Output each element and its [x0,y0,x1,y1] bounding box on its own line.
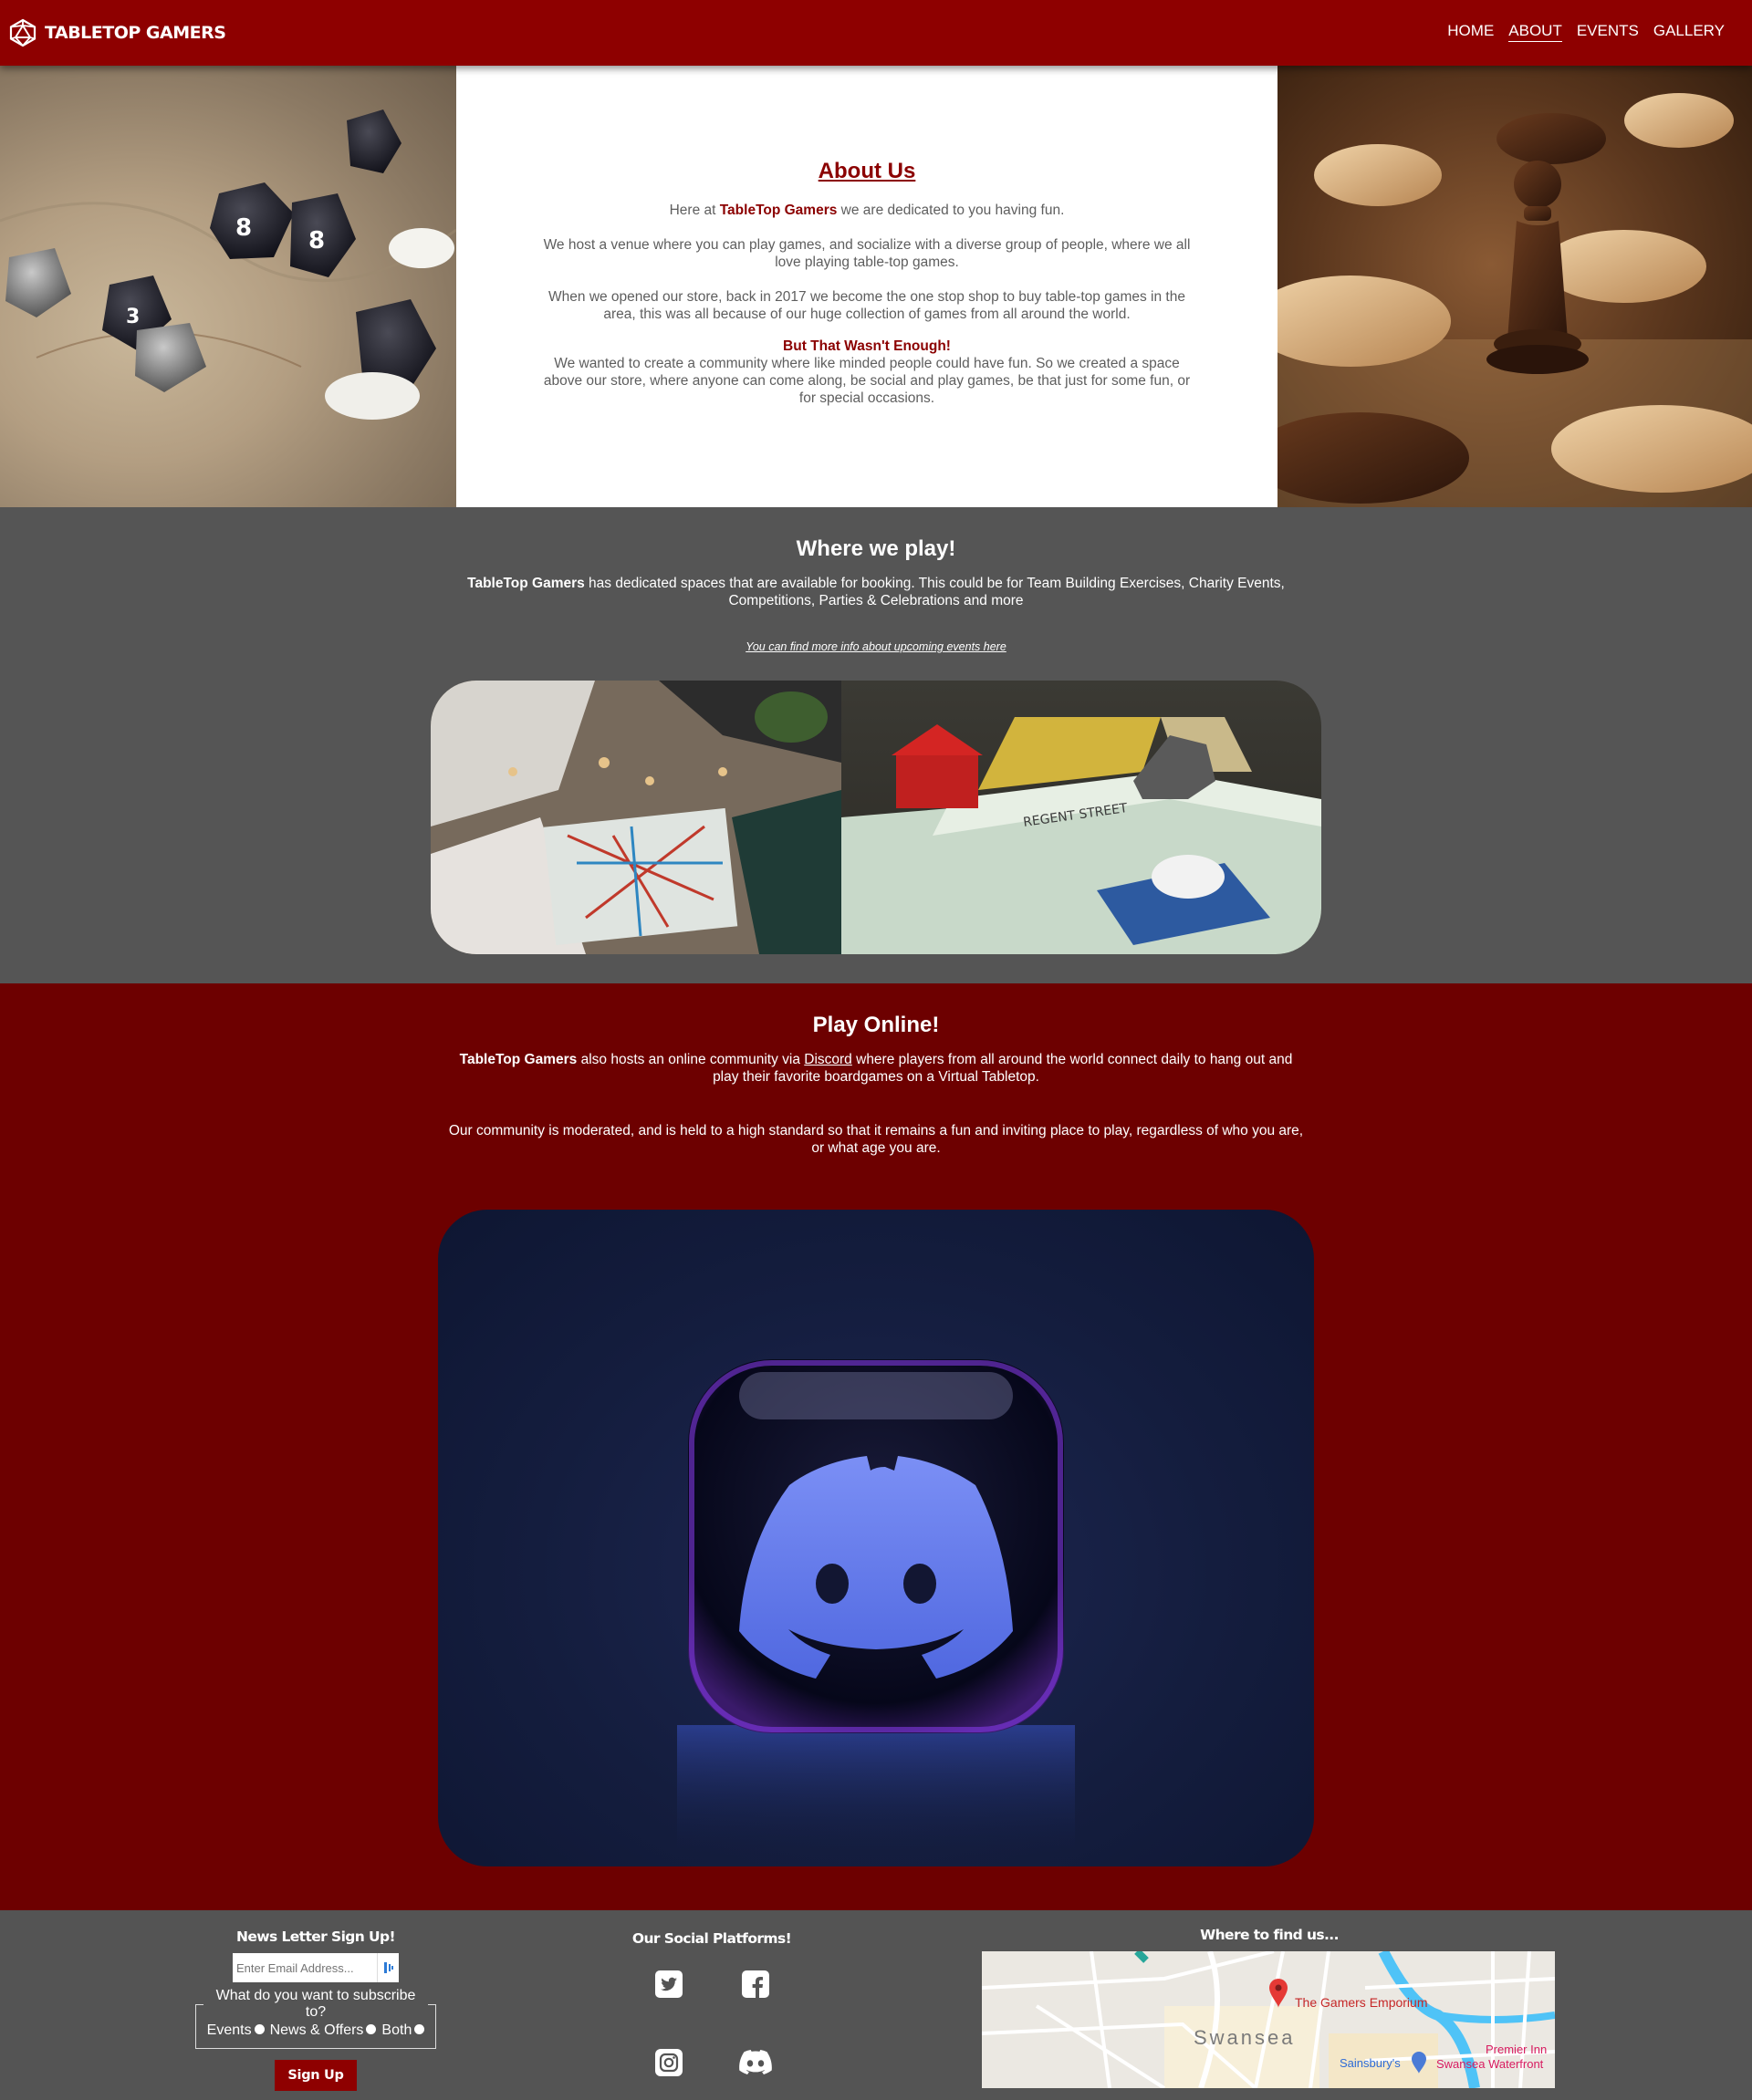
top-navbar: TABLETOP GAMERS HOME ABOUT EVENTS GALLER… [0,0,1752,66]
map-city-label: Swansea [1194,2026,1296,2049]
newsletter-title: News Letter Sign Up! [236,1928,396,1945]
where-we-play-title: Where we play! [796,536,956,561]
sign-up-button[interactable]: Sign Up [275,2060,357,2091]
monopoly-board-photo: REGENT STREET [841,681,1321,954]
discord-image [438,1210,1314,1866]
radio-news-offers[interactable]: News & Offers [270,2022,377,2039]
find-us: Where to find us... The Gamers Emporium … [982,1927,1557,2088]
svg-text:3: 3 [126,306,140,328]
where-we-play-brand: TableTop Gamers [467,576,585,591]
social-icons [620,1966,803,2081]
nav-link-home[interactable]: HOME [1447,22,1494,42]
community-moderation-text: Our community is moderated, and is held … [448,1123,1304,1156]
about-card: About Us Here at TableTop Gamers we are … [456,66,1278,507]
about-section: 8 8 3 About Us Here at TableTop Gamers w… [0,66,1752,507]
about-intro: Here at TableTop Gamers we are dedicated… [538,202,1195,219]
where-we-play-text: TableTop Gamers has dedicated spaces tha… [447,575,1305,609]
radio-both[interactable]: Both [381,2022,425,2039]
nav-link-events[interactable]: EVENTS [1577,22,1639,42]
d20-logo-icon [9,18,36,47]
about-intro-pre: Here at [669,203,720,218]
dice-photo: 8 8 3 [0,66,456,507]
facebook-icon[interactable] [712,1966,798,2002]
about-subheading: But That Wasn't Enough! [783,338,951,354]
social-platforms: Our Social Platforms! [620,1928,803,2081]
nav-link-about[interactable]: ABOUT [1508,22,1562,42]
where-we-play-section: Where we play! TableTop Gamers has dedic… [0,507,1752,983]
svg-text:8: 8 [308,227,325,255]
chess-photo [1278,66,1752,507]
email-field[interactable] [233,1953,377,1982]
autofill-icon[interactable] [377,1953,399,1982]
radio-events[interactable]: Events [207,2022,265,2039]
play-online-brand: TableTop Gamers [459,1052,578,1067]
play-online-title: Play Online! [812,1013,940,1037]
play-online-text-pre: also hosts an online community via [577,1052,805,1067]
about-paragraph-community: We wanted to create a community where li… [543,356,1191,406]
about-brand: TableTop Gamers [719,203,838,218]
about-intro-post: we are dedicated to you having fun. [837,203,1065,218]
about-paragraph-store: When we opened our store, back in 2017 w… [548,289,1185,322]
events-info-link[interactable]: You can find more info about upcoming ev… [746,640,1006,653]
email-row [233,1953,399,1982]
map-label-waterfront: Swansea Waterfront [1436,2057,1544,2071]
radio-events-label: Events [206,2022,252,2038]
instagram-icon[interactable] [625,2044,712,2081]
about-paragraph-venue: We host a venue where you can play games… [543,237,1191,270]
subscription-legend: What do you want to subscribe to? [215,1988,416,2020]
find-us-title: Where to find us... [1200,1927,1339,1943]
twitter-icon[interactable] [625,1966,712,2002]
subscription-options: What do you want to subscribe to? Events… [195,1988,436,2049]
newsletter-signup: News Letter Sign Up! What do you want to… [182,1928,449,2091]
subscription-radio-group: Events News & Offers Both [203,2022,428,2039]
nav-links: HOME ABOUT EVENTS GALLERY [1447,22,1725,42]
where-we-play-description: has dedicated spaces that are available … [584,576,1285,608]
radio-both-label: Both [381,2022,412,2038]
map-label-sainsburys: Sainsbury's [1340,2056,1401,2070]
radio-news-offers-button[interactable] [366,2024,377,2034]
venue-gallery: REGENT STREET [431,681,1321,954]
map-pin-label: The Gamers Emporium [1295,1995,1428,2010]
social-title: Our Social Platforms! [631,1930,792,1947]
radio-both-button[interactable] [414,2024,425,2034]
map-label-premier-inn: Premier Inn [1486,2043,1548,2056]
brand[interactable]: TABLETOP GAMERS [8,18,226,47]
svg-text:8: 8 [235,214,252,242]
board-game-table-photo [431,681,841,954]
footer: News Letter Sign Up! What do you want to… [0,1910,1752,2100]
discord-link[interactable]: Discord [804,1052,852,1067]
play-online-section: Play Online! TableTop Gamers also hosts … [0,983,1752,1910]
brand-name: TABLETOP GAMERS [45,23,226,43]
discord-icon[interactable] [712,2044,798,2081]
about-text: Here at TableTop Gamers we are dedicated… [538,202,1195,407]
about-title: About Us [818,159,916,183]
location-map[interactable]: The Gamers Emporium Swansea Sainsbury's … [982,1951,1555,2088]
play-online-text: TableTop Gamers also hosts an online com… [447,1051,1305,1086]
radio-news-offers-label: News & Offers [269,2022,364,2038]
nav-link-gallery[interactable]: GALLERY [1653,22,1725,42]
radio-events-button[interactable] [254,2024,265,2034]
